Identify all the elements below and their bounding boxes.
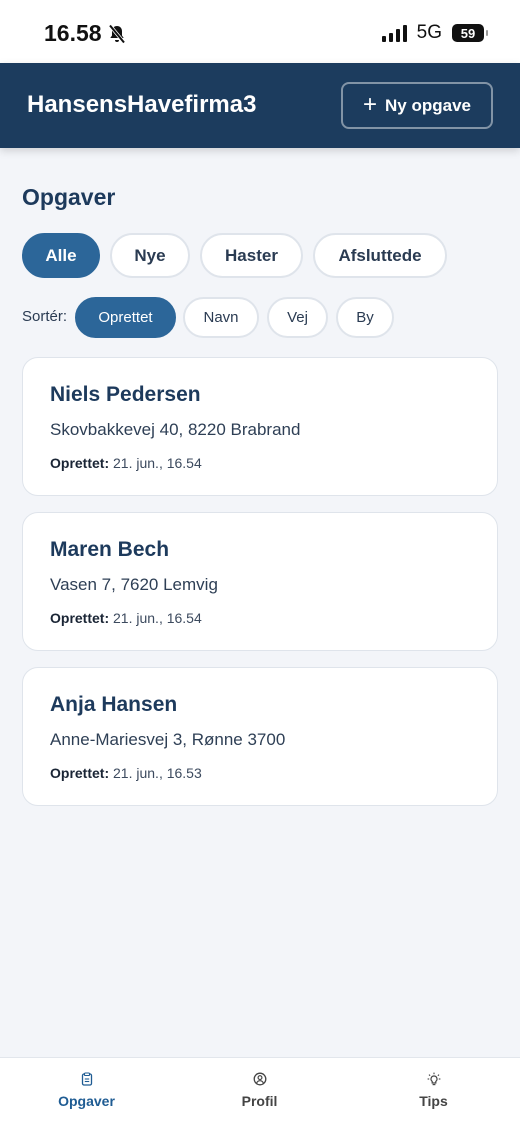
cellular-signal-icon xyxy=(381,24,407,42)
battery-icon: 59 xyxy=(452,24,488,42)
nav-item-profil[interactable]: Profil xyxy=(173,1058,346,1125)
plus-icon: + xyxy=(363,90,378,118)
lightbulb-icon xyxy=(427,1072,440,1086)
new-task-button[interactable]: + Ny opgave xyxy=(341,82,493,129)
bottom-nav: Opgaver Profil Tips xyxy=(0,1057,520,1125)
app-title: HansensHavefirma3 xyxy=(27,91,257,118)
nav-item-opgaver[interactable]: Opgaver xyxy=(0,1058,173,1125)
sort-label: Sortér: xyxy=(22,308,68,325)
task-name: Maren Bech xyxy=(50,538,170,561)
new-task-label: Ny opgave xyxy=(385,95,471,115)
network-type: 5G xyxy=(416,22,442,43)
task-address: Skovbakkevej 40, 8220 Brabrand xyxy=(50,420,301,439)
nav-label: Profil xyxy=(241,1093,278,1109)
filter-chip-haster[interactable]: Haster xyxy=(200,233,303,278)
task-created: Oprettet: 21. jun., 16.54 xyxy=(50,455,202,471)
page-title: Opgaver xyxy=(22,184,116,210)
nav-label: Opgaver xyxy=(58,1093,115,1109)
status-time: 16.58 xyxy=(44,20,126,47)
battery-level: 59 xyxy=(460,25,476,41)
sort-chip-navn[interactable]: Navn xyxy=(183,297,259,338)
filter-chip-afsluttede[interactable]: Afsluttede xyxy=(313,233,447,278)
task-name: Anja Hansen xyxy=(50,693,178,716)
status-indicators: 5G 59 xyxy=(381,22,488,44)
task-name: Niels Pedersen xyxy=(50,383,201,406)
sort-chip-oprettet[interactable]: Oprettet xyxy=(75,297,176,338)
nav-item-tips[interactable]: Tips xyxy=(347,1058,520,1125)
task-address: Anne-Mariesvej 3, Rønne 3700 xyxy=(50,730,286,749)
task-created: Oprettet: 21. jun., 16.54 xyxy=(50,610,202,626)
clipboard-icon xyxy=(81,1072,92,1086)
task-address: Vasen 7, 7620 Lemvig xyxy=(50,575,218,594)
task-created: Oprettet: 21. jun., 16.53 xyxy=(50,765,202,781)
filter-chip-nye[interactable]: Nye xyxy=(110,233,190,278)
sort-chip-vej[interactable]: Vej xyxy=(267,297,328,338)
app-header: HansensHavefirma3 + Ny opgave xyxy=(0,63,520,148)
user-circle-icon xyxy=(253,1072,266,1086)
status-bar: 16.58 5G 59 xyxy=(0,0,520,63)
sort-chip-by[interactable]: By xyxy=(336,297,394,338)
nav-label: Tips xyxy=(419,1093,448,1109)
task-card[interactable]: Niels Pedersen Skovbakkevej 40, 8220 Bra… xyxy=(22,357,498,496)
task-card[interactable]: Maren Bech Vasen 7, 7620 Lemvig Oprettet… xyxy=(22,512,498,651)
bell-muted-icon xyxy=(108,23,125,44)
task-card[interactable]: Anja Hansen Anne-Mariesvej 3, Rønne 3700… xyxy=(22,667,498,806)
filter-chip-alle[interactable]: Alle xyxy=(22,233,100,278)
